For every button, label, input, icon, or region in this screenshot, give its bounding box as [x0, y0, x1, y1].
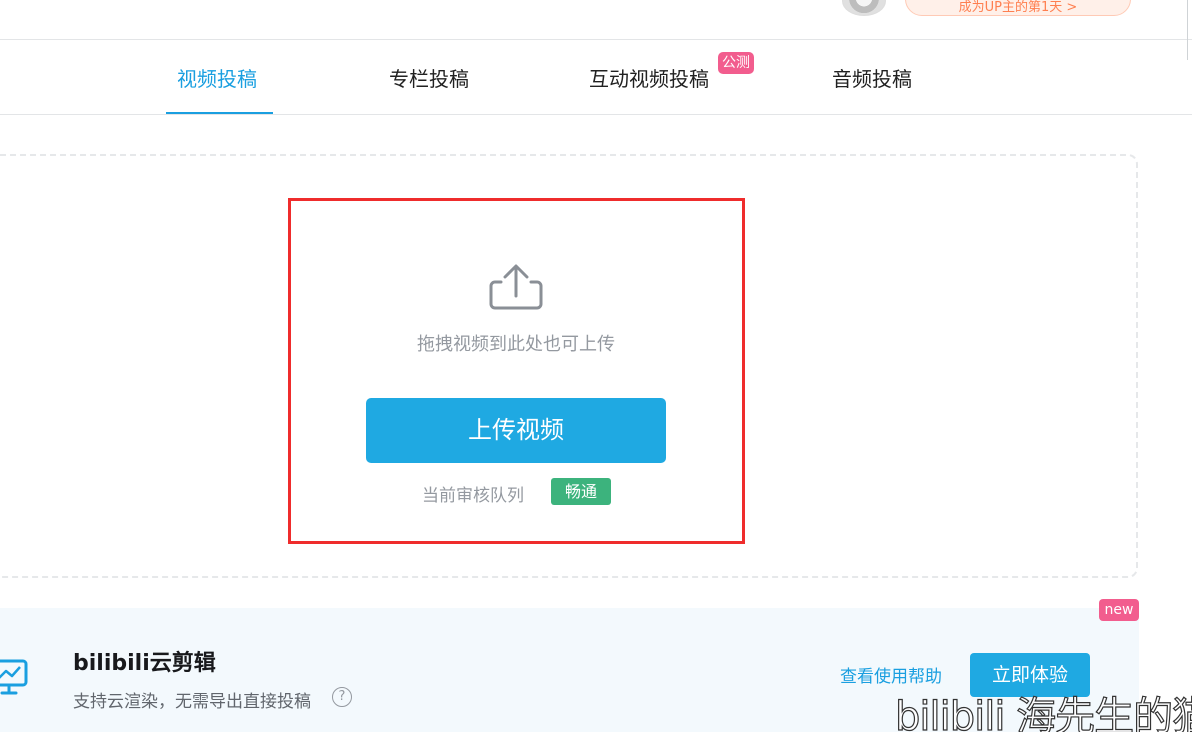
question-icon[interactable]: ?	[332, 687, 352, 707]
active-tab-underline	[166, 112, 273, 114]
tab-video-submission[interactable]: 视频投稿	[177, 63, 257, 92]
submission-tabs: 视频投稿 专栏投稿 互动视频投稿 公测 音频投稿	[0, 41, 1192, 115]
monitor-icon	[0, 659, 28, 695]
tab-audio-submission[interactable]: 音频投稿	[832, 63, 912, 92]
upload-video-button[interactable]: 上传视频	[366, 398, 666, 463]
review-queue-status-badge: 畅通	[551, 478, 611, 505]
beta-badge: 公测	[718, 52, 754, 74]
review-queue-label: 当前审核队列	[422, 486, 524, 506]
drop-hint: 拖拽视频到此处也可上传	[417, 334, 615, 355]
cloud-edit-title: bilibili云剪辑	[73, 651, 216, 676]
top-bar: 成为UP主的第1天 >	[0, 0, 1192, 60]
watermark: bilibili 海先生的猫	[894, 693, 1192, 732]
tab-interactive-video-submission[interactable]: 互动视频投稿	[589, 63, 709, 92]
creator-day-pill[interactable]: 成为UP主的第1天 >	[905, 0, 1131, 16]
cloud-edit-description: 支持云渲染，无需导出直接投稿	[73, 692, 311, 712]
avatar[interactable]	[842, 0, 886, 16]
new-badge: new	[1099, 599, 1139, 621]
tab-article-submission[interactable]: 专栏投稿	[389, 63, 469, 92]
upload-icon	[489, 264, 543, 310]
